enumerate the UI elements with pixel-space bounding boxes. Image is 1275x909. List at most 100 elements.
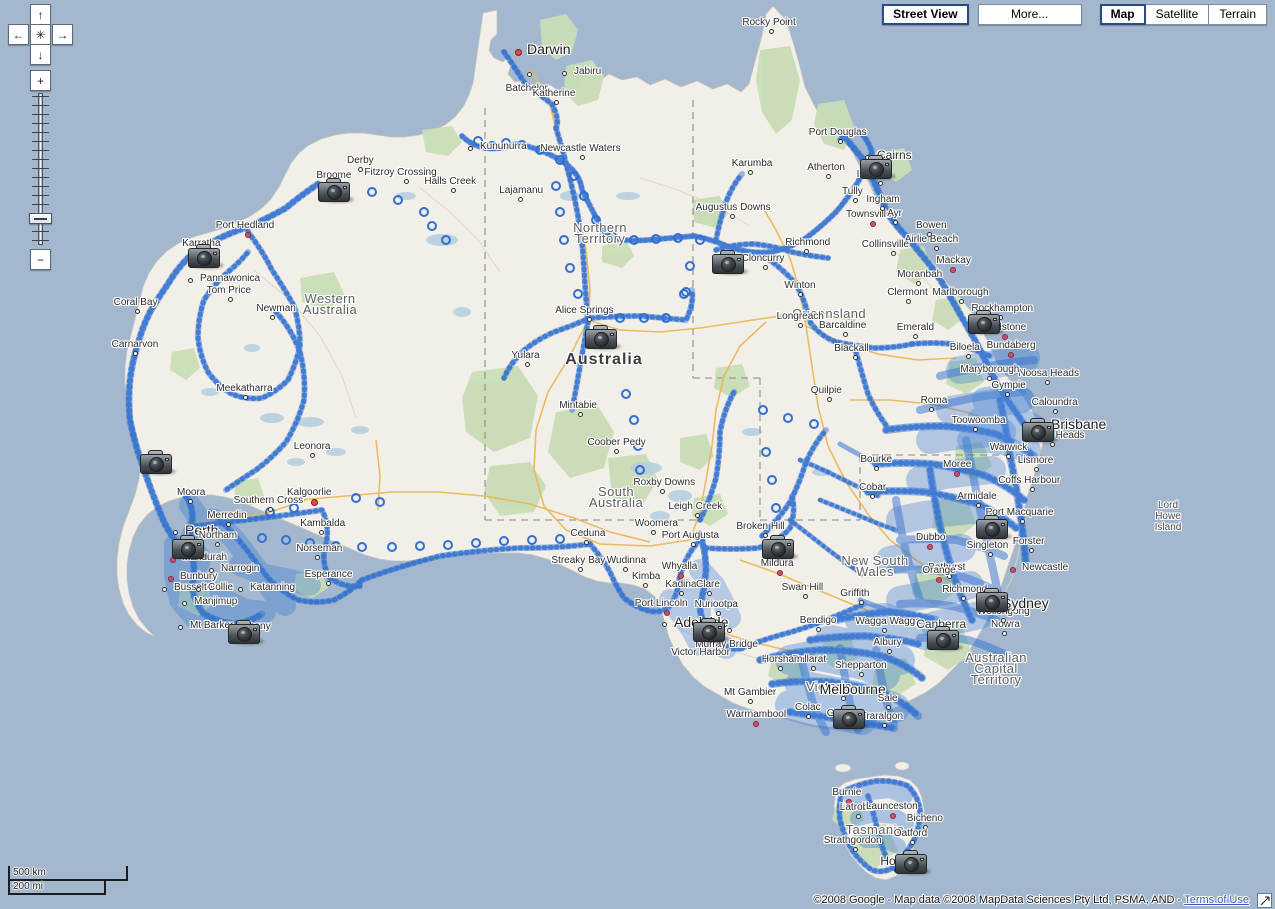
- zoom-out-button[interactable]: −: [30, 249, 51, 270]
- map-type-map[interactable]: Map: [1100, 4, 1146, 25]
- street-view-camera-icon[interactable]: [228, 620, 262, 646]
- street-view-camera-icon[interactable]: [1022, 418, 1056, 444]
- place-marker-dot: [527, 72, 532, 77]
- attribution-text: ©2008 Google - Map data ©2008 MapData Sc…: [813, 894, 1181, 906]
- place-marker-dot: [841, 696, 846, 701]
- place-marker-dot: [245, 232, 251, 238]
- place-marker-dot: [859, 672, 864, 677]
- place-marker-dot: [326, 581, 331, 586]
- place-marker-dot: [838, 139, 843, 144]
- more-button[interactable]: More...: [978, 4, 1082, 25]
- place-marker-dot: [769, 29, 774, 34]
- place-marker-dot: [678, 573, 684, 579]
- street-view-camera-icon[interactable]: [188, 244, 222, 270]
- street-view-camera-icon[interactable]: [693, 618, 727, 644]
- place-marker-dot: [660, 489, 665, 494]
- map-attribution: ©2008 Google - Map data ©2008 MapData Sc…: [0, 891, 1275, 909]
- pan-up-arrow-icon[interactable]: ↑: [30, 4, 51, 25]
- street-view-camera-icon[interactable]: [833, 705, 867, 731]
- place-marker-dot: [215, 542, 220, 547]
- place-marker-dot: [882, 723, 887, 728]
- place-marker-dot: [727, 628, 732, 633]
- street-view-camera-icon[interactable]: [712, 250, 746, 276]
- place-marker-dot: [209, 568, 214, 573]
- street-view-camera-icon[interactable]: [927, 626, 961, 652]
- street-view-camera-icon[interactable]: [976, 588, 1010, 614]
- pan-down-arrow-icon[interactable]: ↓: [30, 44, 51, 65]
- place-marker-dot: [133, 351, 138, 356]
- terms-of-use-link[interactable]: Terms of Use: [1184, 894, 1249, 906]
- place-marker-dot: [1006, 454, 1011, 459]
- scale-metric-label: 500 km: [13, 867, 46, 878]
- place-marker-dot: [162, 587, 167, 592]
- place-marker-dot: [404, 179, 409, 184]
- place-marker-dot: [753, 721, 759, 727]
- map-type-terrain[interactable]: Terrain: [1209, 4, 1267, 25]
- map-canvas[interactable]: [0, 0, 1275, 909]
- place-marker-dot: [1002, 334, 1008, 340]
- place-marker-dot: [966, 354, 971, 359]
- street-view-camera-icon[interactable]: [172, 535, 206, 561]
- street-view-camera-icon[interactable]: [968, 310, 1002, 336]
- place-marker-dot: [954, 471, 960, 477]
- place-marker-dot: [1005, 392, 1010, 397]
- place-marker-dot: [730, 214, 735, 219]
- place-marker-dot: [518, 197, 523, 202]
- place-marker-dot: [927, 232, 932, 237]
- street-view-camera-icon[interactable]: [585, 325, 619, 351]
- street-view-button-wrap[interactable]: Street View: [882, 4, 968, 25]
- center-map-icon[interactable]: ✳: [30, 24, 51, 45]
- place-marker-dot: [562, 71, 567, 76]
- place-marker-dot: [188, 278, 193, 283]
- street-view-button[interactable]: Street View: [882, 4, 968, 25]
- map-type-satellite[interactable]: Satellite: [1146, 4, 1210, 25]
- place-marker-dot: [806, 714, 811, 719]
- place-marker-dot: [584, 540, 589, 545]
- street-view-camera-icon[interactable]: [318, 178, 352, 204]
- place-marker-dot: [929, 407, 934, 412]
- place-marker-dot: [748, 699, 753, 704]
- place-marker-dot: [936, 577, 942, 583]
- street-view-camera-icon[interactable]: [860, 155, 894, 181]
- zoom-in-button[interactable]: +: [30, 70, 51, 91]
- place-marker-dot: [358, 167, 363, 172]
- zoom-tick: [32, 231, 49, 232]
- place-marker-dot: [947, 574, 952, 579]
- place-marker-dot: [859, 600, 864, 605]
- street-view-camera-icon[interactable]: [895, 850, 929, 876]
- zoom-slider-thumb[interactable]: [29, 213, 52, 224]
- place-marker-dot: [891, 251, 896, 256]
- map-type-controls[interactable]: Street View More... Map Satellite Terrai…: [882, 4, 1267, 25]
- zoom-tick: [32, 150, 49, 151]
- place-marker-dot: [856, 814, 861, 819]
- place-marker-dot: [811, 666, 816, 671]
- place-marker-dot: [1045, 380, 1050, 385]
- place-marker-dot: [1002, 631, 1007, 636]
- place-marker-dot: [662, 622, 667, 627]
- place-marker-dot: [196, 587, 201, 592]
- street-view-camera-icon[interactable]: [140, 450, 174, 476]
- place-marker-dot: [910, 840, 915, 845]
- place-marker-dot: [927, 544, 933, 550]
- place-marker-dot: [763, 265, 768, 270]
- place-marker-dot: [707, 591, 712, 596]
- place-marker-dot: [188, 499, 193, 504]
- street-view-camera-icon[interactable]: [976, 515, 1010, 541]
- place-marker-dot: [1030, 487, 1035, 492]
- place-marker-dot: [691, 542, 696, 547]
- zoom-tick: [32, 186, 49, 187]
- more-button-wrap[interactable]: More...: [978, 4, 1082, 25]
- pan-right-arrow-icon[interactable]: →: [52, 24, 73, 45]
- place-marker-dot: [870, 494, 875, 499]
- street-view-camera-icon[interactable]: [762, 535, 796, 561]
- place-marker-dot: [643, 583, 648, 588]
- map-type-button-group[interactable]: Map Satellite Terrain: [1100, 4, 1267, 25]
- place-marker-dot: [870, 221, 876, 227]
- place-marker-dot: [961, 596, 966, 601]
- map-viewport[interactable]: WesternAustraliaNorthernTerritorySouthAu…: [0, 0, 1275, 909]
- place-marker-dot: [816, 627, 821, 632]
- place-marker-dot: [182, 601, 187, 606]
- place-marker-dot: [319, 530, 324, 535]
- pan-left-arrow-icon[interactable]: ←: [8, 24, 29, 45]
- resize-grip-icon[interactable]: [1257, 893, 1272, 908]
